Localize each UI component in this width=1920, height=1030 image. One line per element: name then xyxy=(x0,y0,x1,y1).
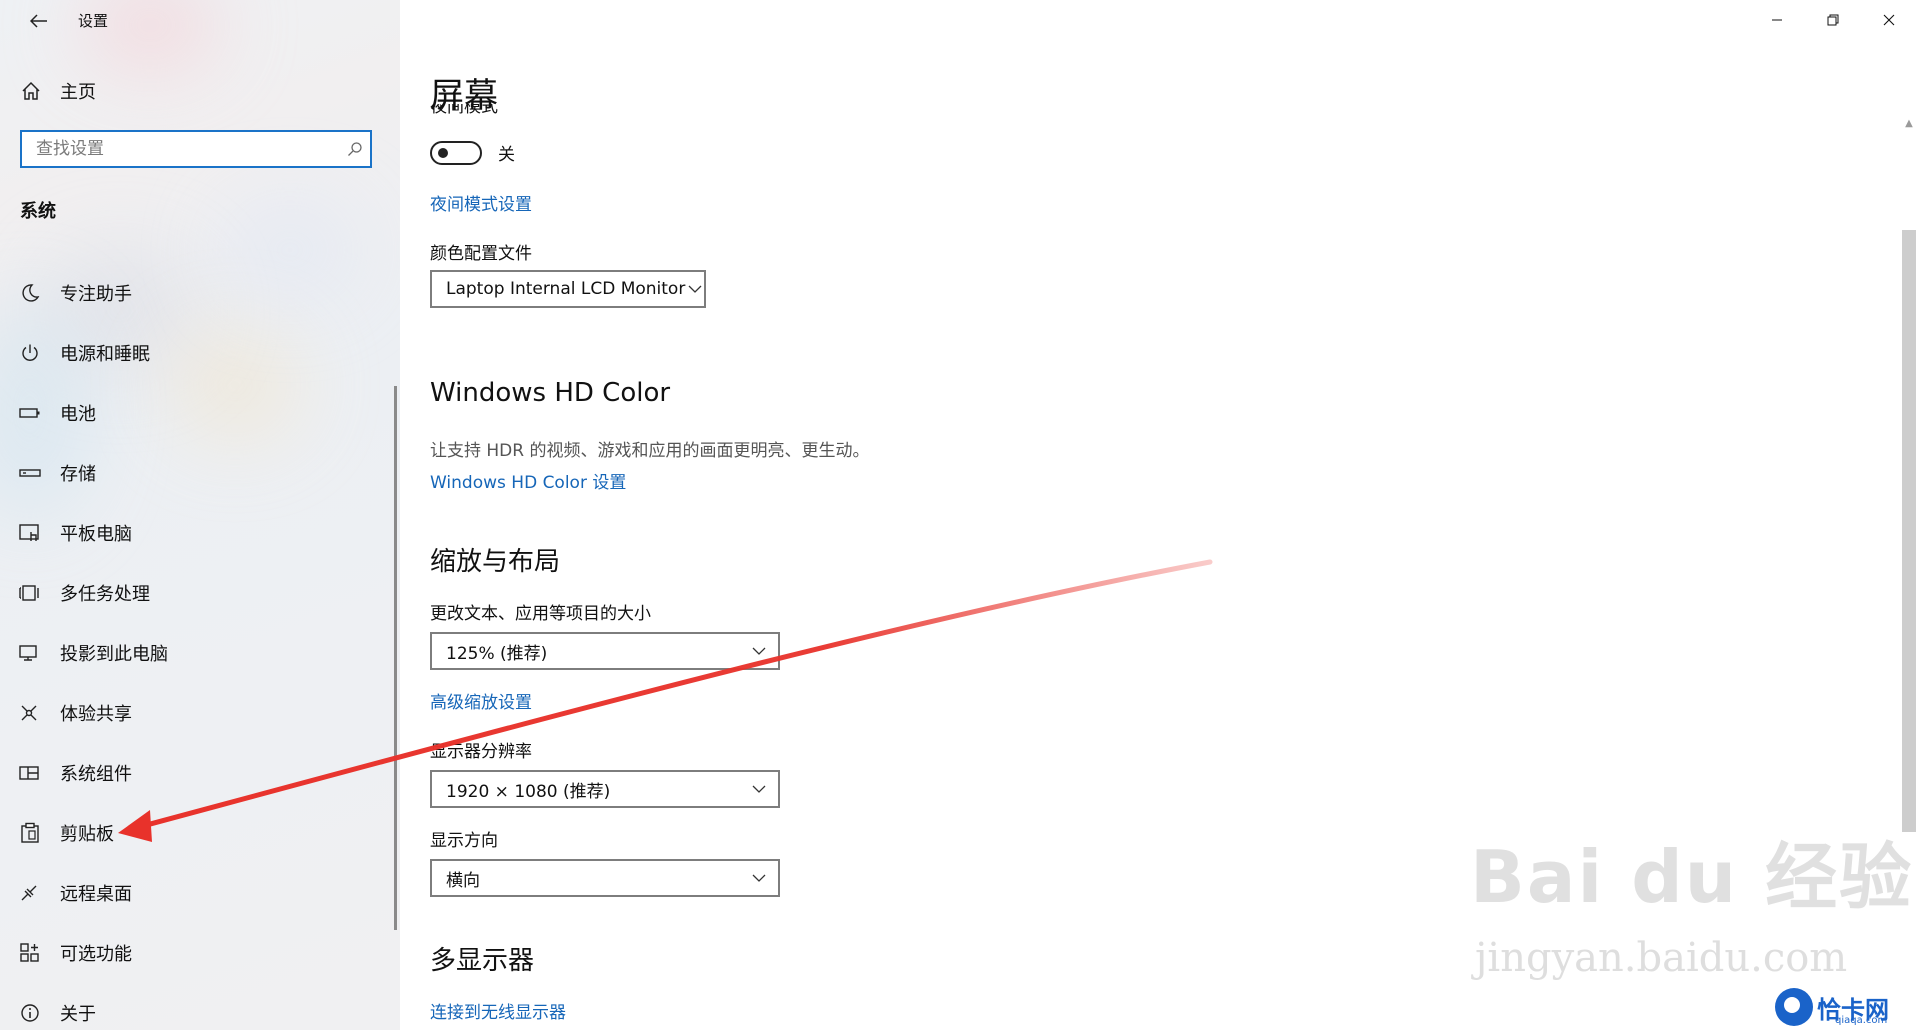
color-profile-label: 颜色配置文件 xyxy=(430,244,532,264)
storage-icon xyxy=(18,461,42,485)
night-light-toggle-row: 关 xyxy=(430,140,515,165)
sidebar-item-storage[interactable]: 存储 xyxy=(0,450,392,496)
sidebar-item-label: 电池 xyxy=(60,404,96,425)
sidebar-item-about[interactable]: 关于 xyxy=(0,990,392,1030)
sidebar-item-focus-assist[interactable]: 专注助手 xyxy=(0,270,392,316)
optional-features-icon xyxy=(18,941,42,965)
scale-select[interactable]: 125% (推荐) xyxy=(430,632,780,670)
minimize-icon xyxy=(1772,19,1782,21)
color-profile-value: Laptop Internal LCD Monitor xyxy=(446,279,686,299)
night-light-state: 关 xyxy=(498,145,515,165)
power-icon xyxy=(18,341,42,365)
night-light-toggle[interactable] xyxy=(430,140,482,165)
brand-url: qiaqa.com xyxy=(1835,1015,1888,1026)
restore-button[interactable] xyxy=(1804,0,1862,40)
sidebar-item-multitasking[interactable]: 多任务处理 xyxy=(0,570,392,616)
minimize-button[interactable] xyxy=(1748,0,1806,40)
home-icon xyxy=(20,80,42,102)
scroll-up-icon[interactable]: ▲ xyxy=(1902,118,1916,132)
battery-icon xyxy=(18,401,42,425)
orientation-value: 横向 xyxy=(446,870,480,891)
hdr-settings-link[interactable]: Windows HD Color 设置 xyxy=(430,468,626,493)
moon-icon xyxy=(18,281,42,305)
sidebar-item-clipboard[interactable]: 剪贴板 xyxy=(0,810,392,856)
search-input[interactable] xyxy=(22,132,340,166)
restore-icon xyxy=(1827,14,1839,26)
resolution-label: 显示器分辨率 xyxy=(430,742,532,762)
chevron-down-icon xyxy=(740,785,778,793)
close-button[interactable] xyxy=(1860,0,1918,40)
sidebar: 设置 主页 系统 专注助手 电源和睡眠 电池 存储 xyxy=(0,0,400,1030)
sidebar-item-battery[interactable]: 电池 xyxy=(0,390,392,436)
sidebar-item-label: 电源和睡眠 xyxy=(60,344,150,365)
sidebar-item-label: 剪贴板 xyxy=(60,824,114,845)
clipboard-icon xyxy=(18,821,42,845)
home-label: 主页 xyxy=(60,82,96,103)
hdr-description: 让支持 HDR 的视频、游戏和应用的画面更明亮、更生动。 xyxy=(430,441,870,461)
night-light-settings-link[interactable]: 夜间模式设置 xyxy=(430,190,532,215)
resolution-select[interactable]: 1920 × 1080 (推荐) xyxy=(430,770,780,808)
sidebar-item-shared-experiences[interactable]: 体验共享 xyxy=(0,690,392,736)
sidebar-item-label: 可选功能 xyxy=(60,944,132,965)
sidebar-item-system-components[interactable]: 系统组件 xyxy=(0,750,392,796)
sidebar-item-label: 体验共享 xyxy=(60,704,132,725)
sidebar-item-label: 远程桌面 xyxy=(60,884,132,905)
advanced-scaling-link[interactable]: 高级缩放设置 xyxy=(430,688,532,713)
sidebar-item-power-sleep[interactable]: 电源和睡眠 xyxy=(0,330,392,376)
info-icon xyxy=(18,1001,42,1025)
search-icon[interactable] xyxy=(340,134,370,164)
chevron-down-icon xyxy=(740,647,778,655)
multi-display-heading: 多显示器 xyxy=(430,946,535,976)
chevron-down-icon xyxy=(740,874,778,882)
resolution-value: 1920 × 1080 (推荐) xyxy=(446,781,611,802)
toggle-knob xyxy=(438,147,448,158)
sidebar-item-remote-desktop[interactable]: 远程桌面 xyxy=(0,870,392,916)
back-button[interactable] xyxy=(22,8,56,34)
wireless-display-link[interactable]: 连接到无线显示器 xyxy=(430,998,566,1023)
components-icon xyxy=(18,761,42,785)
home-link[interactable]: 主页 xyxy=(20,78,96,104)
sidebar-item-label: 关于 xyxy=(60,1004,96,1025)
scale-label: 更改文本、应用等项目的大小 xyxy=(430,604,651,624)
main-scrollbar-thumb[interactable] xyxy=(1902,230,1916,832)
tablet-icon xyxy=(18,521,42,545)
orientation-label: 显示方向 xyxy=(430,831,498,851)
baidu-watermark-url: jingyan.baidu.com xyxy=(1475,935,1848,981)
multitask-icon xyxy=(18,581,42,605)
color-profile-select[interactable]: Laptop Internal LCD Monitor xyxy=(430,270,706,308)
sidebar-item-label: 平板电脑 xyxy=(60,524,132,545)
search-box[interactable] xyxy=(20,130,372,168)
brand-logo-icon xyxy=(1775,988,1813,1026)
sidebar-item-label: 投影到此电脑 xyxy=(60,644,168,665)
night-light-label: 夜间模式 xyxy=(430,104,498,117)
sidebar-item-optional-features[interactable]: 可选功能 xyxy=(0,930,392,976)
close-icon xyxy=(1883,14,1895,26)
sidebar-item-project-to-pc[interactable]: 投影到此电脑 xyxy=(0,630,392,676)
section-title: 系统 xyxy=(20,201,56,222)
orientation-select[interactable]: 横向 xyxy=(430,859,780,897)
scale-layout-heading: 缩放与布局 xyxy=(430,547,561,577)
scale-value: 125% (推荐) xyxy=(446,643,548,664)
sidebar-item-label: 专注助手 xyxy=(60,284,132,305)
remote-desktop-icon xyxy=(18,881,42,905)
sidebar-item-label: 多任务处理 xyxy=(60,584,150,605)
sidebar-item-label: 存储 xyxy=(60,464,96,485)
baidu-watermark: Bai du 经验 xyxy=(1470,835,1914,919)
sidebar-item-tablet[interactable]: 平板电脑 xyxy=(0,510,392,556)
hdr-heading: Windows HD Color xyxy=(430,378,671,408)
sidebar-scrollbar[interactable] xyxy=(394,386,397,930)
share-icon xyxy=(18,701,42,725)
app-title: 设置 xyxy=(78,12,109,30)
sidebar-item-label: 系统组件 xyxy=(60,764,132,785)
project-icon xyxy=(18,641,42,665)
chevron-down-icon xyxy=(685,285,704,293)
arrow-left-icon xyxy=(30,14,47,28)
